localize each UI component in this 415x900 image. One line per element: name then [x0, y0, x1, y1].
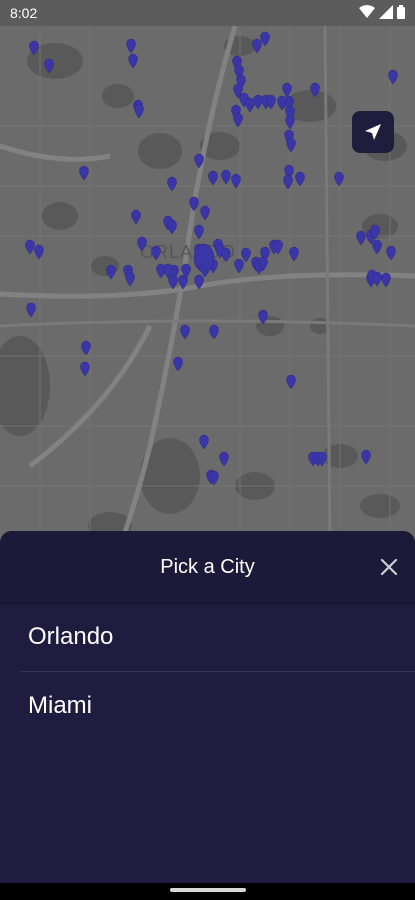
city-item-miami[interactable]: Miami [0, 672, 415, 740]
map-pin[interactable] [167, 219, 177, 235]
map-pin[interactable] [381, 272, 391, 288]
battery-icon [397, 5, 405, 19]
map-pin[interactable] [208, 170, 218, 186]
map-pin[interactable] [200, 205, 210, 221]
map-pin[interactable] [334, 171, 344, 187]
map-pin[interactable] [125, 271, 135, 287]
map-pin[interactable] [80, 361, 90, 377]
map-pin[interactable] [221, 169, 231, 185]
map-pin[interactable] [173, 356, 183, 372]
map-pin[interactable] [131, 209, 141, 225]
locate-me-button[interactable] [352, 111, 394, 153]
map-pin[interactable] [106, 264, 116, 280]
map-pin[interactable] [356, 230, 366, 246]
map-pin[interactable] [194, 224, 204, 240]
navigation-arrow-icon [365, 124, 381, 140]
map-pin[interactable] [386, 245, 396, 261]
map-pin[interactable] [81, 340, 91, 356]
map-pin[interactable] [219, 451, 229, 467]
wifi-icon [359, 5, 375, 19]
map-pin[interactable] [245, 97, 255, 113]
map-pin[interactable] [126, 38, 136, 54]
status-bar: 8:02 [0, 0, 415, 26]
map-pin[interactable] [180, 324, 190, 340]
map-pin[interactable] [26, 302, 36, 318]
map-pin[interactable] [167, 176, 177, 192]
map-view[interactable]: ORLANDO [0, 26, 415, 546]
map-pin[interactable] [168, 274, 178, 290]
city-picker-sheet: Pick a City Orlando Miami [0, 531, 415, 883]
map-pin[interactable] [283, 174, 293, 190]
map-pin-cluster[interactable] [193, 243, 215, 273]
close-icon [380, 558, 398, 576]
city-item-orlando[interactable]: Orlando [0, 603, 415, 671]
map-pin[interactable] [361, 449, 371, 465]
map-pin[interactable] [209, 324, 219, 340]
map-pins[interactable] [25, 31, 398, 486]
signal-icon [379, 5, 393, 19]
map-pin[interactable] [253, 94, 263, 110]
map-pin[interactable] [199, 434, 209, 450]
map-pin[interactable] [372, 239, 382, 255]
status-icons [359, 5, 405, 19]
sheet-header: Pick a City [0, 531, 415, 604]
map-pin[interactable] [233, 112, 243, 128]
map-pin[interactable] [285, 114, 295, 130]
map-pin[interactable] [286, 374, 296, 390]
close-button[interactable] [377, 555, 401, 579]
map-pin[interactable] [79, 165, 89, 181]
map-pin[interactable] [295, 171, 305, 187]
map-pin[interactable] [241, 247, 251, 263]
city-list: Orlando Miami [0, 603, 415, 740]
navigation-bar [0, 883, 415, 900]
map-pin[interactable] [372, 271, 382, 287]
map-pin[interactable] [34, 244, 44, 260]
map-pin[interactable] [234, 258, 244, 274]
map-pin[interactable] [260, 31, 270, 47]
map-pin[interactable] [128, 53, 138, 69]
home-indicator[interactable] [170, 888, 246, 892]
map-pin[interactable] [286, 137, 296, 153]
map-pin[interactable] [134, 103, 144, 119]
status-time: 8:02 [10, 5, 38, 21]
map-pin[interactable] [289, 246, 299, 262]
map-canvas[interactable]: ORLANDO [0, 26, 415, 546]
sheet-title: Pick a City [160, 556, 255, 578]
map-pin[interactable] [25, 239, 35, 255]
